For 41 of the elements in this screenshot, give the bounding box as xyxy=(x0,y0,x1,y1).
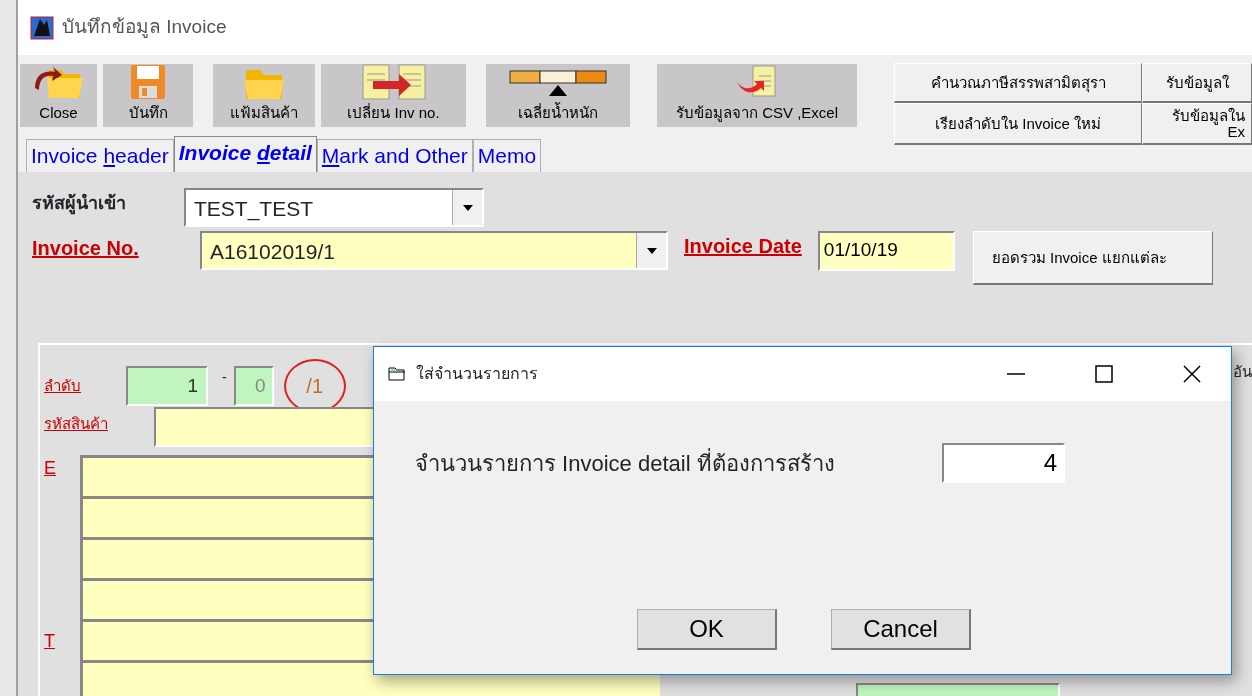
caret-down-icon[interactable] xyxy=(645,246,658,255)
toolbar-button[interactable]: เฉลี่ยน้ำหนัก xyxy=(486,64,630,127)
maximize-icon[interactable] xyxy=(1093,364,1115,384)
folder-icon xyxy=(388,366,406,382)
dialog-button[interactable]: OK xyxy=(637,609,777,650)
window-title: บันทึกข้อมูล Invoice xyxy=(62,15,227,40)
count-input[interactable]: 4 xyxy=(942,443,1065,483)
tab[interactable]: Mark and Other xyxy=(316,139,473,172)
window-app-icon xyxy=(30,15,54,40)
toolbar-button[interactable]: Close xyxy=(20,64,97,127)
field-label: รหัสผู้นำเข้า xyxy=(32,192,127,217)
field-label: Invoice No. xyxy=(32,236,140,261)
field-label: E xyxy=(44,457,56,480)
dialog-button[interactable]: Cancel xyxy=(831,609,971,650)
dropdown-field[interactable]: TEST_TEST xyxy=(184,188,484,227)
document-arrow-icon xyxy=(360,61,427,102)
field-label: รหัสสินค้า xyxy=(44,414,109,434)
summary-button[interactable]: ยอดรวม Invoice แยกแต่ละ xyxy=(972,231,1213,285)
tab[interactable]: Invoice header xyxy=(26,139,174,172)
caret-down-icon[interactable] xyxy=(461,203,474,212)
toolbar-button[interactable]: บันทึก xyxy=(103,64,193,127)
action-button[interactable]: รับข้อมูลใ xyxy=(1142,63,1252,103)
tab[interactable]: Memo xyxy=(472,139,542,172)
sequence-field[interactable]: 1 xyxy=(126,366,208,406)
tab[interactable]: Invoice detail xyxy=(173,136,317,172)
toolbar-button[interactable]: เปลี่ยน Inv no. xyxy=(321,64,466,127)
date-field[interactable]: 01/10/19 xyxy=(817,231,955,271)
action-button[interactable]: เรียงลำดับใน Invoice ใหม่ xyxy=(894,103,1142,145)
field-label: Invoice Date xyxy=(684,234,802,259)
toolbar-button[interactable]: แฟ้มสินค้า xyxy=(213,64,315,127)
dialog-prompt: จำนวนรายการ Invoice detail ที่ต้องการสร้าง xyxy=(415,447,836,478)
toolbar-button[interactable]: รับข้อมูลจาก CSV ,Excel xyxy=(657,64,857,127)
dropdown-field[interactable]: A16102019/1 xyxy=(200,231,668,270)
field-label: ลำดับ xyxy=(44,375,82,396)
close-icon[interactable] xyxy=(1181,364,1203,384)
dialog-title: ใส่จำนวนรายการ xyxy=(416,363,538,384)
action-button[interactable]: คำนวณภาษีสรรพสามิตสุรา xyxy=(894,63,1142,103)
separator-text: - xyxy=(222,368,227,387)
field-label: T xyxy=(44,630,55,653)
action-button[interactable]: รับข้อมูลใน Ex xyxy=(1142,103,1252,145)
field-label: อัน xyxy=(1233,362,1252,382)
